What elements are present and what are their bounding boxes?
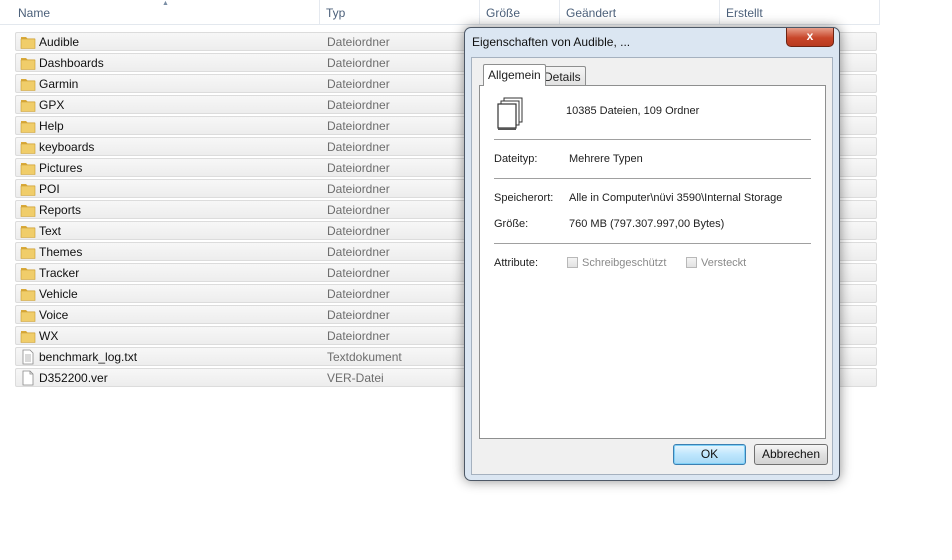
column-header-label: Typ bbox=[326, 6, 346, 20]
folder-icon bbox=[20, 181, 36, 197]
column-header-type[interactable]: Typ bbox=[320, 0, 480, 24]
file-name: Dashboards bbox=[39, 56, 104, 70]
size-value: 760 MB (797.307.997,00 Bytes) bbox=[569, 218, 725, 230]
file-name: benchmark_log.txt bbox=[39, 350, 138, 364]
text-file-icon bbox=[20, 349, 36, 365]
folder-icon bbox=[20, 286, 36, 302]
file-name: Reports bbox=[39, 203, 82, 217]
general-panel: 10385 Dateien, 109 Ordner Dateityp: Mehr… bbox=[479, 85, 826, 439]
cancel-button[interactable]: Abbrechen bbox=[754, 444, 828, 465]
file-name: D352200.ver bbox=[39, 371, 108, 385]
column-header-label: Erstellt bbox=[726, 6, 763, 20]
file-type: Dateiordner bbox=[327, 140, 390, 154]
folder-icon bbox=[20, 244, 36, 260]
file-type: Dateiordner bbox=[327, 287, 390, 301]
file-type: Textdokument bbox=[327, 350, 402, 364]
filetype-label: Dateityp: bbox=[494, 153, 538, 165]
file-type: Dateiordner bbox=[327, 77, 390, 91]
column-header-label: Name bbox=[18, 6, 51, 20]
file-type: Dateiordner bbox=[327, 119, 390, 133]
folder-icon bbox=[20, 139, 36, 155]
file-name: WX bbox=[39, 329, 59, 343]
close-icon: x bbox=[806, 29, 814, 43]
file-name: POI bbox=[39, 182, 60, 196]
hidden-checkbox[interactable] bbox=[686, 257, 697, 268]
multiple-files-icon bbox=[497, 97, 523, 130]
folder-icon bbox=[20, 34, 36, 50]
location-label: Speicherort: bbox=[494, 192, 554, 204]
file-type: Dateiordner bbox=[327, 35, 390, 49]
folder-icon bbox=[20, 76, 36, 92]
folder-icon bbox=[20, 307, 36, 323]
properties-dialog: Eigenschaften von Audible, ... x Allgeme… bbox=[464, 27, 840, 481]
file-type: Dateiordner bbox=[327, 98, 390, 112]
filetype-value: Mehrere Typen bbox=[569, 153, 643, 165]
file-name: Text bbox=[39, 224, 62, 238]
file-icon bbox=[20, 370, 36, 386]
file-name: Tracker bbox=[39, 266, 80, 280]
location-value: Alle in Computer\nüvi 3590\Internal Stor… bbox=[569, 192, 783, 204]
readonly-label: Schreibgeschützt bbox=[582, 257, 667, 269]
folder-icon bbox=[20, 118, 36, 134]
column-header-label: Geändert bbox=[566, 6, 617, 20]
file-type: Dateiordner bbox=[327, 224, 390, 238]
folder-icon bbox=[20, 328, 36, 344]
folder-icon bbox=[20, 160, 36, 176]
file-type: Dateiordner bbox=[327, 245, 390, 259]
file-type: Dateiordner bbox=[327, 329, 390, 343]
separator bbox=[494, 139, 811, 140]
file-type: Dateiordner bbox=[327, 56, 390, 70]
column-header-created[interactable]: Erstellt bbox=[720, 0, 880, 24]
file-type: Dateiordner bbox=[327, 203, 390, 217]
ok-button[interactable]: OK bbox=[673, 444, 746, 465]
column-header-label: Größe bbox=[486, 6, 521, 20]
sort-ascending-icon: ▲ bbox=[162, 0, 169, 7]
dialog-title: Eigenschaften von Audible, ... bbox=[472, 35, 631, 49]
file-type: Dateiordner bbox=[327, 182, 390, 196]
column-header-modified[interactable]: Geändert bbox=[560, 0, 720, 24]
file-type: Dateiordner bbox=[327, 266, 390, 280]
file-type: Dateiordner bbox=[327, 161, 390, 175]
tab-details[interactable]: Details bbox=[539, 66, 586, 86]
dialog-client: Allgemein Details 10385 Dateien, 109 Ord… bbox=[471, 57, 833, 475]
file-name: Voice bbox=[39, 308, 69, 322]
file-name: keyboards bbox=[39, 140, 95, 154]
readonly-checkbox[interactable] bbox=[567, 257, 578, 268]
separator bbox=[494, 243, 811, 244]
folder-icon bbox=[20, 202, 36, 218]
folder-icon bbox=[20, 223, 36, 239]
tab-allgemein[interactable]: Allgemein bbox=[483, 64, 546, 86]
file-type: VER-Datei bbox=[327, 371, 384, 385]
file-name: Themes bbox=[39, 245, 83, 259]
file-type: Dateiordner bbox=[327, 308, 390, 322]
separator bbox=[494, 178, 811, 179]
close-button[interactable]: x bbox=[786, 28, 834, 47]
file-name: GPX bbox=[39, 98, 65, 112]
file-name: Garmin bbox=[39, 77, 79, 91]
hidden-label: Versteckt bbox=[701, 257, 747, 269]
file-name: Help bbox=[39, 119, 64, 133]
size-label: Größe: bbox=[494, 218, 529, 230]
file-name: Vehicle bbox=[39, 287, 78, 301]
folder-icon bbox=[20, 97, 36, 113]
column-header-size[interactable]: Größe bbox=[480, 0, 560, 24]
file-name: Audible bbox=[39, 35, 80, 49]
folder-icon bbox=[20, 55, 36, 71]
attributes-label: Attribute: bbox=[494, 257, 539, 269]
summary-text: 10385 Dateien, 109 Ordner bbox=[566, 105, 700, 117]
column-header-bar: Name ▲ Typ Größe Geändert Erstellt bbox=[0, 0, 880, 25]
folder-icon bbox=[20, 265, 36, 281]
file-name: Pictures bbox=[39, 161, 83, 175]
